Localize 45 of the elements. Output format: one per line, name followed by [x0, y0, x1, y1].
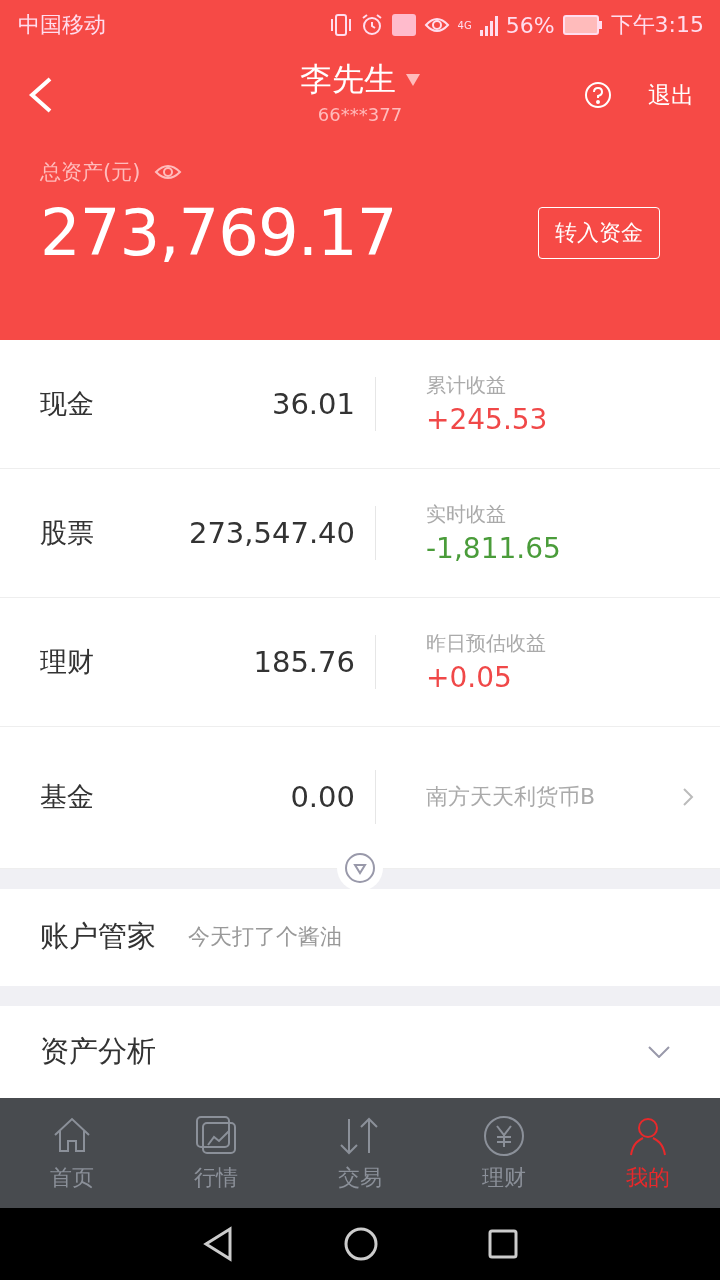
- asset-value: 273,547.40: [187, 515, 355, 550]
- recents-nav-icon[interactable]: [488, 1229, 518, 1260]
- battery-percent: 56%: [505, 12, 555, 38]
- asset-label: 理财: [40, 644, 95, 679]
- butler-title[interactable]: 账户管家: [40, 917, 156, 958]
- chevron-right-icon[interactable]: [682, 787, 694, 808]
- signal-icon: [479, 14, 498, 36]
- eye-icon: [423, 15, 450, 35]
- help-icon[interactable]: [584, 81, 612, 109]
- tab-item[interactable]: 交易: [288, 1098, 432, 1209]
- dropdown-icon[interactable]: [406, 74, 420, 86]
- gain-label: 实时收益: [426, 500, 507, 528]
- battery-icon: [562, 15, 603, 35]
- asset-value: 185.76: [252, 644, 355, 679]
- network-text: 4G: [457, 19, 472, 31]
- account-number: 66***377: [317, 104, 403, 125]
- tab-item[interactable]: 理财: [432, 1098, 576, 1209]
- gain-value: +0.05: [426, 660, 513, 694]
- asset-label: 基金: [40, 780, 95, 815]
- gain-value: -1,811.65: [426, 531, 562, 565]
- tab-item[interactable]: 我的: [576, 1098, 720, 1209]
- logout-link[interactable]: 退出: [648, 79, 694, 111]
- eye-icon[interactable]: [154, 163, 183, 181]
- total-assets-value: 273,769.17: [40, 196, 397, 270]
- butler-note: 今天打了个酱油: [188, 923, 342, 952]
- asset-label: 现金: [40, 386, 95, 421]
- fund-name[interactable]: 南方天天利货币B: [426, 782, 682, 813]
- gain-label: 累计收益: [426, 371, 507, 399]
- transfer-button[interactable]: 转入资金: [538, 207, 660, 259]
- account-name[interactable]: 李先生: [300, 58, 396, 102]
- asset-value: 36.01: [270, 386, 355, 421]
- asset-label: 股票: [40, 515, 95, 550]
- home-nav-icon[interactable]: [344, 1227, 378, 1262]
- gain-label: 昨日预估收益: [426, 629, 547, 657]
- gain-value: +245.53: [426, 402, 549, 436]
- tab-item[interactable]: 首页: [0, 1098, 144, 1209]
- vibrate-icon: [329, 13, 352, 37]
- tab-item[interactable]: 行情: [144, 1098, 288, 1209]
- analysis-title[interactable]: 资产分析: [40, 1032, 156, 1073]
- clock-text: 下午3:15: [610, 11, 704, 39]
- total-assets-label: 总资产(元): [40, 159, 141, 186]
- asset-value: 0.00: [289, 780, 355, 815]
- carrier-text: 中国移动: [18, 11, 106, 39]
- back-nav-icon[interactable]: [202, 1226, 234, 1263]
- chevron-down-icon[interactable]: [648, 1046, 670, 1059]
